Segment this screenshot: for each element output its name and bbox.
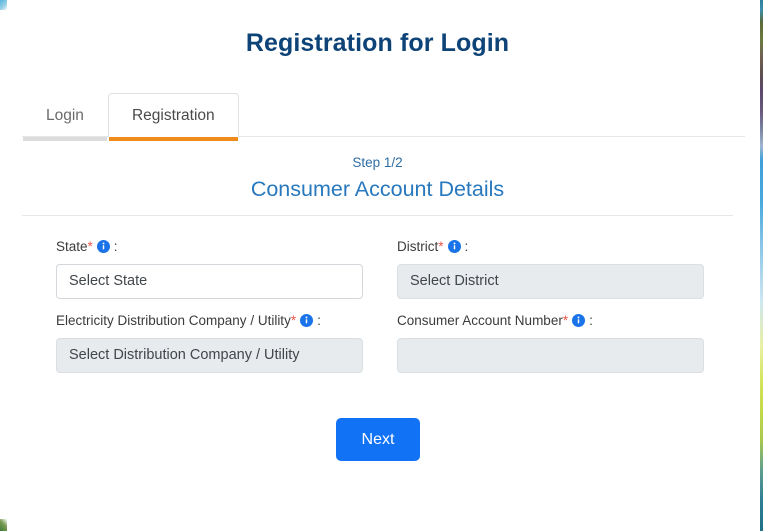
info-circle-icon[interactable]	[96, 240, 110, 258]
form-actions: Next	[56, 418, 700, 461]
tab-registration-label: Registration	[131, 107, 215, 124]
consumer-account-form: State*: Select State District*: Select D…	[0, 216, 755, 461]
select-state[interactable]: Select State	[56, 264, 363, 299]
form-row-2: Electricity Distribution Company / Utili…	[56, 312, 704, 373]
label-consumer-account-number-colon: :	[589, 313, 593, 328]
select-distribution-company[interactable]: Select Distribution Company / Utility	[56, 338, 363, 373]
tab-bar: Login Registration	[0, 90, 755, 141]
field-group-state: State*: Select State	[56, 238, 363, 299]
tab-login-underline	[23, 137, 107, 141]
required-marker: *	[290, 313, 297, 328]
select-district-value: Select District	[410, 273, 499, 289]
tab-login[interactable]: Login	[22, 93, 108, 141]
page-left-edge	[0, 0, 7, 531]
next-button[interactable]: Next	[335, 418, 421, 461]
info-circle-icon[interactable]	[300, 314, 314, 332]
label-distribution-company: Electricity Distribution Company / Utili…	[56, 312, 363, 332]
tab-registration-underline	[108, 137, 238, 141]
label-state-text: State	[56, 239, 88, 254]
input-consumer-account-number[interactable]	[397, 338, 704, 373]
field-group-district: District*: Select District	[397, 238, 704, 299]
label-distribution-company-text: Electricity Distribution Company / Utili…	[56, 313, 291, 328]
page-title: Registration for Login	[245, 29, 510, 57]
label-district-text: District	[397, 239, 439, 254]
label-consumer-account-number-text: Consumer Account Number	[397, 313, 563, 328]
info-circle-icon[interactable]	[572, 314, 586, 332]
label-consumer-account-number: Consumer Account Number*:	[397, 312, 704, 332]
background-corner-bottom-left	[0, 519, 7, 531]
section-title: Consumer Account Details	[250, 177, 505, 201]
step-indicator: Step 1/2	[352, 155, 403, 170]
background-corner-top-left	[0, 0, 7, 10]
label-distribution-company-colon: :	[317, 313, 321, 328]
select-state-value: Select State	[69, 273, 148, 289]
field-group-consumer-account-number: Consumer Account Number*:	[397, 312, 704, 373]
info-circle-icon[interactable]	[447, 240, 461, 258]
form-row-1: State*: Select State District*: Select D…	[56, 238, 704, 299]
tab-registration[interactable]: Registration	[107, 93, 239, 141]
registration-page: Registration for Login Login Registratio…	[0, 0, 755, 531]
required-marker: *	[87, 239, 93, 254]
label-state-colon: :	[113, 239, 118, 254]
tab-login-label: Login	[46, 107, 84, 124]
label-district: District*:	[397, 238, 704, 258]
required-marker: *	[562, 313, 569, 328]
required-marker: *	[438, 239, 444, 254]
label-state: State*:	[56, 238, 363, 258]
page-right-edge-gutter	[754, 0, 760, 531]
step-header: Step 1/2 Consumer Account Details	[0, 154, 755, 203]
label-district-colon: :	[464, 239, 469, 254]
select-district[interactable]: Select District	[397, 264, 704, 299]
page-right-edge	[754, 0, 763, 531]
field-group-distribution-company: Electricity Distribution Company / Utili…	[56, 312, 363, 373]
select-distribution-company-value: Select Distribution Company / Utility	[69, 347, 300, 363]
